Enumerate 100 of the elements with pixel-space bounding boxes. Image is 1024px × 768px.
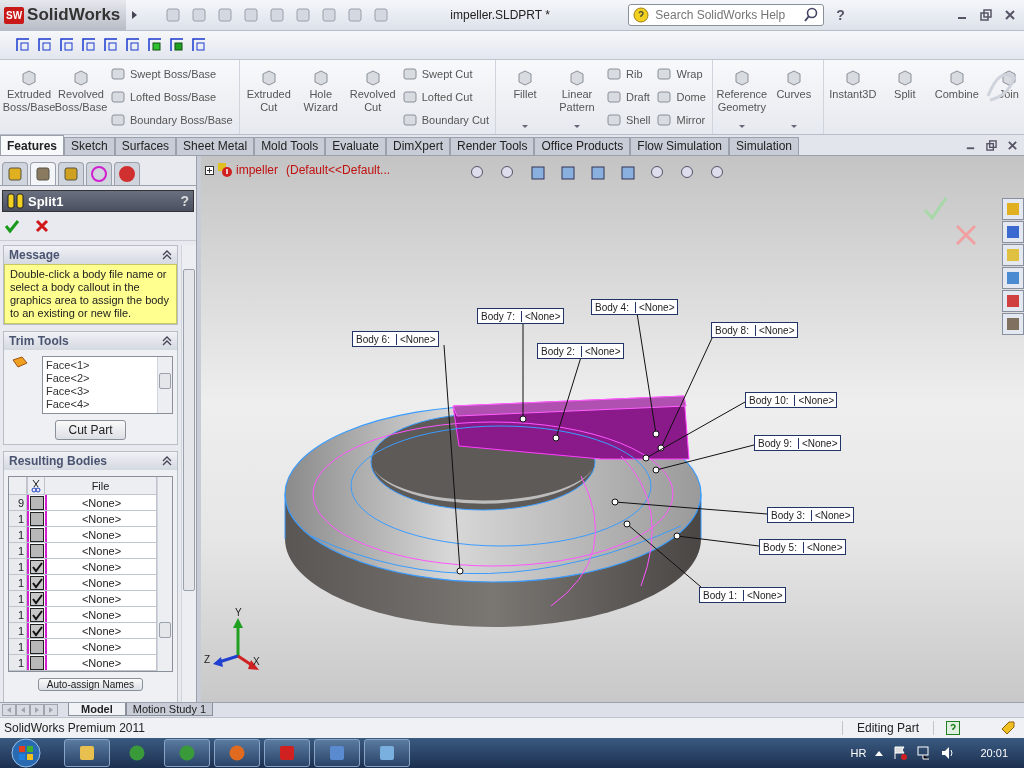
taskbar-app-button[interactable]	[214, 739, 260, 767]
command-tab[interactable]: Surfaces	[114, 137, 177, 155]
checkbox[interactable]	[30, 559, 44, 574]
expand-box-icon[interactable]	[205, 165, 214, 175]
callout-file[interactable]: <None>	[520, 310, 561, 322]
help-button[interactable]: ?	[180, 193, 189, 209]
impeller-part-drawing[interactable]	[284, 395, 702, 627]
ok-check-icon[interactable]	[923, 197, 948, 221]
ribbon-command[interactable]: Split	[879, 62, 930, 132]
task-pane-icon[interactable]	[1002, 221, 1024, 243]
help-button[interactable]: ?	[836, 7, 845, 23]
dropdown-caret-icon[interactable]	[789, 124, 798, 129]
dropdown-caret-icon[interactable]	[521, 124, 529, 129]
panel-tab[interactable]	[86, 162, 112, 185]
close-icon[interactable]	[1004, 9, 1016, 21]
taskbar-app-button[interactable]	[264, 739, 310, 767]
ribbon-command[interactable]: Revolved Boss/Base	[56, 62, 106, 132]
collapse-icon[interactable]	[162, 456, 172, 466]
command-tab[interactable]: Office Products	[534, 137, 631, 155]
ribbon-command[interactable]: Draft	[606, 89, 651, 105]
ribbon-command[interactable]: Extruded Boss/Base	[4, 62, 54, 132]
scrollbar[interactable]	[157, 477, 172, 671]
body-callout[interactable]: Body 7: <None>	[477, 308, 564, 324]
restore-icon[interactable]	[980, 9, 992, 21]
bottom-tab[interactable]: Motion Study 1	[125, 703, 214, 716]
task-pane-icon[interactable]	[1002, 290, 1024, 312]
checkbox[interactable]	[30, 607, 44, 622]
close-icon[interactable]	[1007, 139, 1018, 151]
task-pane-icon[interactable]	[1002, 244, 1024, 266]
panel-tab[interactable]	[58, 162, 84, 185]
face-list[interactable]: Face<1> Face<2> Face<3> Face<4>	[42, 356, 173, 414]
body-callout[interactable]: Body 3: <None>	[767, 507, 854, 523]
ribbon-command[interactable]: Rib	[606, 65, 651, 82]
view-orientation-icon[interactable]	[190, 36, 208, 54]
callout-file[interactable]: <None>	[794, 394, 835, 406]
ribbon-command[interactable]: Swept Boss/Base	[110, 65, 233, 82]
checkbox[interactable]	[30, 623, 44, 638]
ribbon-command[interactable]: Dome	[656, 89, 706, 105]
ribbon-command[interactable]: Linear Pattern	[552, 62, 602, 132]
app-logo[interactable]: SW SolidWorks	[0, 0, 127, 30]
callout-file[interactable]: <None>	[634, 301, 675, 313]
section-header[interactable]: Resulting Bodies	[4, 452, 177, 470]
body-callout[interactable]: Body 4: <None>	[591, 299, 678, 315]
panel-tab[interactable]	[30, 162, 56, 185]
taskbar-app-button[interactable]	[364, 739, 410, 767]
checkbox[interactable]	[30, 543, 44, 558]
language-indicator[interactable]: HR	[850, 747, 867, 759]
panel-tab[interactable]	[2, 162, 28, 185]
dropdown-caret-icon[interactable]	[573, 124, 581, 129]
face-list-item[interactable]: Face<3>	[46, 385, 154, 398]
callout-file[interactable]: <None>	[754, 324, 795, 336]
command-tab[interactable]: DimXpert	[385, 137, 450, 155]
checkbox[interactable]	[30, 655, 44, 670]
dropdown-caret-icon[interactable]	[737, 124, 746, 129]
command-tab[interactable]: Sketch	[64, 137, 115, 155]
checkbox[interactable]	[30, 639, 44, 654]
view-orientation-icon[interactable]	[168, 36, 186, 54]
ribbon-command[interactable]: Lofted Cut	[401, 89, 489, 105]
ribbon-command[interactable]: Wrap	[656, 65, 706, 82]
tray-arrow-icon[interactable]	[874, 749, 885, 757]
command-tab[interactable]: Sheet Metal	[176, 137, 255, 155]
cut-part-button[interactable]: Cut Part	[55, 420, 126, 440]
tag-icon[interactable]	[1000, 720, 1016, 736]
body-callout[interactable]: Body 9: <None>	[754, 435, 841, 451]
task-pane-icon[interactable]	[1002, 313, 1024, 335]
view-toolbar-icon[interactable]	[559, 164, 577, 182]
command-tab[interactable]: Simulation	[729, 137, 800, 155]
taskbar-app-button[interactable]	[164, 739, 210, 767]
scrollbar[interactable]	[157, 357, 172, 413]
ribbon-command[interactable]: Swept Cut	[401, 65, 489, 82]
checkbox[interactable]	[30, 527, 44, 542]
body-callout[interactable]: Body 8: <None>	[711, 322, 798, 338]
face-list-item[interactable]: Face<1>	[46, 359, 154, 372]
view-orientation-icon[interactable]	[14, 36, 32, 54]
view-toolbar-icon[interactable]	[619, 164, 637, 182]
help-question-icon[interactable]	[946, 721, 960, 735]
callout-file[interactable]: <None>	[395, 333, 436, 345]
view-toolbar-icon[interactable]	[589, 164, 607, 182]
bottom-tab[interactable]: Model	[68, 703, 126, 716]
section-header[interactable]: Trim Tools	[4, 332, 177, 350]
part-name[interactable]: impeller	[236, 163, 278, 177]
ribbon-command[interactable]: Lofted Boss/Base	[110, 89, 233, 105]
body-callout[interactable]: Body 6: <None>	[352, 331, 439, 347]
ribbon-command[interactable]: Shell	[606, 112, 651, 129]
command-tab[interactable]: Render Tools	[450, 137, 535, 155]
scrollbar[interactable]	[181, 245, 196, 702]
ribbon-command[interactable]: Mirror	[656, 112, 706, 129]
body-callout[interactable]: Body 5: <None>	[759, 539, 846, 555]
view-orientation-icon[interactable]	[58, 36, 76, 54]
cancel-cross-icon[interactable]	[34, 218, 50, 234]
ribbon-command[interactable]: Extruded Cut	[243, 62, 294, 132]
graphics-area[interactable]: impeller (Default<<Default... Y Z X Body 4: <None> Body 7: <None> Body 8: <None> Body 6: <None> Body 2: <None> Body 10: <None> Body 9: <None> Body 3: <None> Body 5: <None> Body 1: <None>	[201, 156, 1024, 702]
collapse-icon[interactable]	[162, 336, 172, 346]
body-callout[interactable]: Body 10: <None>	[745, 392, 838, 408]
ok-check-icon[interactable]	[4, 218, 20, 234]
callout-file[interactable]: <None>	[742, 589, 783, 601]
command-tab[interactable]: Features	[0, 135, 65, 155]
command-tab[interactable]: Mold Tools	[254, 137, 326, 155]
view-orientation-icon[interactable]	[124, 36, 142, 54]
ribbon-command[interactable]: Revolved Cut	[347, 62, 398, 132]
